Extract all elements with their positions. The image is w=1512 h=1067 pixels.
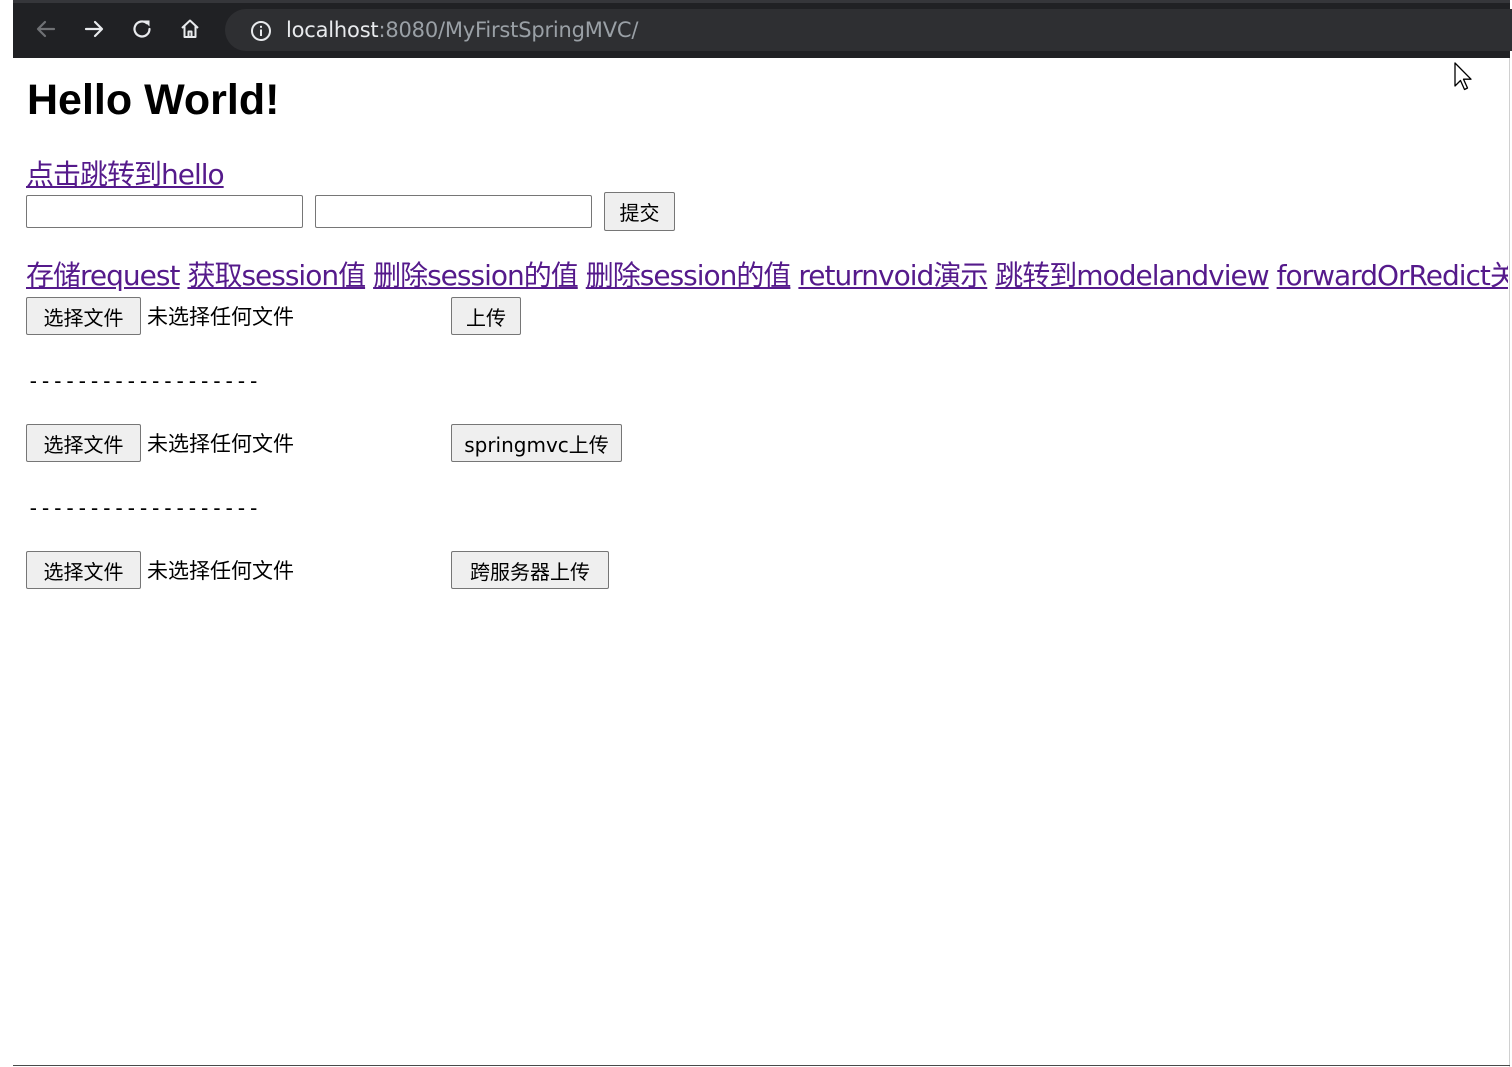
delete-session-link[interactable]: 删除session的值 xyxy=(373,259,579,292)
forward-or-redirect-link[interactable]: forwardOrRedict关键字 xyxy=(1277,259,1508,292)
window-bottom-border xyxy=(13,1065,1510,1066)
store-request-link[interactable]: 存储request xyxy=(26,259,180,292)
cross-server-upload-button[interactable]: 跨服务器上传 xyxy=(451,551,609,589)
window-right-border xyxy=(1509,58,1510,1067)
choose-file-button[interactable]: 选择文件 xyxy=(26,297,141,335)
upload-button[interactable]: 上传 xyxy=(451,297,521,335)
first-text-input[interactable] xyxy=(26,195,303,228)
submit-button[interactable]: 提交 xyxy=(604,192,675,231)
second-text-input[interactable] xyxy=(315,195,592,228)
springmvc-upload-button[interactable]: springmvc上传 xyxy=(451,424,622,462)
delete-session-link-2[interactable]: 删除session的值 xyxy=(586,259,792,292)
separator: ------------------- xyxy=(27,369,260,393)
choose-file-button[interactable]: 选择文件 xyxy=(26,424,141,462)
reload-button[interactable] xyxy=(127,14,157,44)
url-text[interactable]: localhost:8080/MyFirstSpringMVC/ xyxy=(286,18,638,42)
page-title: Hello World! xyxy=(27,76,280,124)
model-and-view-link[interactable]: 跳转到modelandview xyxy=(995,259,1269,292)
toolbar-top-edge xyxy=(13,0,1510,3)
browser-toolbar: localhost:8080/MyFirstSpringMVC/ xyxy=(13,0,1512,58)
return-void-link[interactable]: returnvoid演示 xyxy=(798,259,988,292)
home-icon xyxy=(181,19,199,38)
address-bar[interactable]: localhost:8080/MyFirstSpringMVC/ xyxy=(225,9,1512,51)
back-arrow-icon xyxy=(36,20,56,38)
file-status-text: 未选择任何文件 xyxy=(147,305,294,329)
hello-link[interactable]: 点击跳转到hello xyxy=(26,158,225,192)
separator: ------------------- xyxy=(27,496,260,520)
file-status-text: 未选择任何文件 xyxy=(147,559,294,583)
home-button[interactable] xyxy=(175,14,205,44)
mouse-pointer-icon xyxy=(1454,62,1472,91)
choose-file-button[interactable]: 选择文件 xyxy=(26,551,141,589)
links-row: 存储request 获取session值 删除session的值 删除session的… xyxy=(26,258,1508,294)
url-host: localhost xyxy=(286,18,379,42)
reload-icon xyxy=(133,20,151,38)
back-button[interactable] xyxy=(31,14,61,44)
forward-arrow-icon xyxy=(84,20,104,38)
get-session-link[interactable]: 获取session值 xyxy=(187,259,366,292)
forward-button[interactable] xyxy=(79,14,109,44)
page-content: Hello World! 点击跳转到hello 提交 存储request 获取se… xyxy=(26,58,1508,1058)
url-path: :8080/MyFirstSpringMVC/ xyxy=(378,18,639,42)
info-icon[interactable] xyxy=(250,20,272,42)
file-status-text: 未选择任何文件 xyxy=(147,432,294,456)
